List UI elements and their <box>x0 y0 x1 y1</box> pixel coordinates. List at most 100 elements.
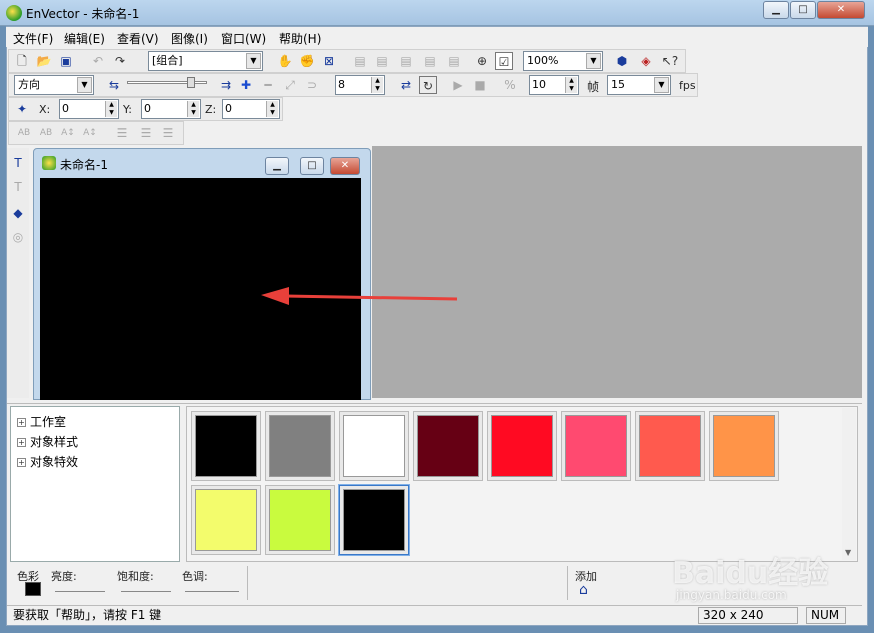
save-icon[interactable]: ▣ <box>57 52 75 70</box>
align-right-icon[interactable]: ▤ <box>445 52 463 70</box>
menu-edit[interactable]: 编辑(E) <box>64 30 105 47</box>
add-color-icon[interactable]: ⌂ <box>579 582 588 598</box>
menu-image[interactable]: 图像(I) <box>171 30 208 47</box>
menu-view[interactable]: 查看(V) <box>117 30 159 47</box>
publish-icon[interactable]: ◈ <box>637 52 655 70</box>
rotate-icon[interactable]: ⇆ <box>105 76 123 94</box>
axis-icon[interactable]: ✦ <box>13 100 31 118</box>
title-bar[interactable]: EnVector - 未命名-1 ▁ □ ✕ <box>0 0 874 26</box>
spinner-arrows-icon[interactable]: ▲ ▼ <box>187 101 199 117</box>
color-swatch[interactable] <box>561 411 631 481</box>
remove-point-icon[interactable]: ━ <box>259 76 277 94</box>
tree-item[interactable]: + 工作室 <box>17 413 66 430</box>
zoom-combo[interactable]: 100% ▼ <box>523 51 603 71</box>
minimize-button[interactable]: ▁ <box>763 1 789 19</box>
maximize-button[interactable]: □ <box>790 1 816 19</box>
align-text-left-icon[interactable]: ☰ <box>113 124 131 142</box>
expand-icon[interactable]: + <box>17 438 26 447</box>
align-text-center-icon[interactable]: ☰ <box>137 124 155 142</box>
chevron-down-icon[interactable]: ▼ <box>77 77 92 93</box>
percent-icon[interactable]: % <box>501 76 519 94</box>
shape-tool-icon[interactable]: ◆ <box>9 204 27 222</box>
color-swatch[interactable] <box>265 485 335 555</box>
saturation-slider[interactable] <box>121 586 171 592</box>
text-frame-icon[interactable]: T <box>9 178 27 196</box>
chevron-down-icon[interactable]: ▼ <box>246 53 261 69</box>
fps-value: 15 <box>611 78 625 91</box>
doc-minimize-button[interactable]: ▁ <box>265 157 289 175</box>
menu-window[interactable]: 窗口(W) <box>221 30 266 47</box>
doc-maximize-button[interactable]: □ <box>300 157 324 175</box>
angle-slider[interactable] <box>127 77 207 93</box>
play-icon[interactable]: ▶ <box>449 76 467 94</box>
chevron-down-icon[interactable]: ▼ <box>586 53 601 69</box>
direction-combo[interactable]: 方向 ▼ <box>14 75 94 95</box>
undo-icon[interactable]: ↶ <box>89 52 107 70</box>
spinner-arrows-icon[interactable]: ▲ ▼ <box>565 77 577 93</box>
expand-icon[interactable]: + <box>17 418 26 427</box>
new-file-icon[interactable]: 🗋 <box>13 52 31 70</box>
effect-tool-icon[interactable]: ◎ <box>9 228 27 246</box>
preview-icon[interactable]: ☑ <box>495 52 513 70</box>
text-tool-icon[interactable]: T <box>9 154 27 172</box>
hand-icon[interactable]: ✋ <box>276 52 294 70</box>
status-dimensions: 320 x 240 <box>698 607 798 624</box>
stop-icon[interactable]: ■ <box>471 76 489 94</box>
frames-spinner[interactable]: 10 ▲ ▼ <box>529 75 579 95</box>
color-swatch[interactable] <box>635 411 705 481</box>
current-color-swatch[interactable] <box>25 582 41 596</box>
align-left-icon[interactable]: ▤ <box>421 52 439 70</box>
spinner-arrows-icon[interactable]: ▲ ▼ <box>266 101 278 117</box>
z-spinner[interactable]: 0 ▲ ▼ <box>222 99 280 119</box>
loop-icon[interactable]: ↻ <box>419 76 437 94</box>
y-spinner[interactable]: 0 ▲ ▼ <box>141 99 201 119</box>
align-bottom-icon[interactable]: ▤ <box>397 52 415 70</box>
tree-item[interactable]: + 对象样式 <box>17 433 78 450</box>
return-icon[interactable]: ⊃ <box>303 76 321 94</box>
menu-file[interactable]: 文件(F) <box>13 30 53 47</box>
palette-scrollbar[interactable]: ▼ <box>842 408 856 560</box>
fps-combo[interactable]: 15 ▼ <box>607 75 671 95</box>
open-folder-icon[interactable]: 📂 <box>35 52 53 70</box>
text-down-icon[interactable]: A↕ <box>81 124 99 142</box>
export-icon[interactable]: ⬢ <box>613 52 631 70</box>
spinner-arrows-icon[interactable]: ▲ ▼ <box>105 101 117 117</box>
align-top-icon[interactable]: ▤ <box>351 52 369 70</box>
color-swatch[interactable] <box>265 411 335 481</box>
fit-icon[interactable]: ⊠ <box>320 52 338 70</box>
spinner-arrows-icon[interactable]: ▲ ▼ <box>371 77 383 93</box>
color-swatch[interactable] <box>487 411 557 481</box>
color-swatch[interactable] <box>191 411 261 481</box>
redo-icon[interactable]: ↷ <box>111 52 129 70</box>
menu-help[interactable]: 帮助(H) <box>279 30 321 47</box>
text-up-icon[interactable]: A↕ <box>59 124 77 142</box>
chevron-down-icon[interactable]: ▼ <box>654 77 669 93</box>
swap-icon[interactable]: ⇄ <box>397 76 415 94</box>
align-middle-icon[interactable]: ▤ <box>373 52 391 70</box>
group-combo[interactable]: [组合] ▼ <box>148 51 263 71</box>
text-spread-icon[interactable]: AB <box>37 124 55 142</box>
context-help-icon[interactable]: ↖? <box>661 52 679 70</box>
globe-icon[interactable]: ⊕ <box>473 52 491 70</box>
step-spinner[interactable]: 8 ▲ ▼ <box>335 75 385 95</box>
text-spacing-icon[interactable]: AB <box>15 124 33 142</box>
color-swatch[interactable] <box>413 411 483 481</box>
color-swatch[interactable] <box>339 485 409 555</box>
scroll-down-icon[interactable]: ▼ <box>845 548 851 557</box>
expand-icon[interactable]: + <box>17 458 26 467</box>
x-spinner[interactable]: 0 ▲ ▼ <box>59 99 119 119</box>
color-swatch[interactable] <box>191 485 261 555</box>
grab-icon[interactable]: ✊ <box>298 52 316 70</box>
color-swatch[interactable] <box>709 411 779 481</box>
mirror-icon[interactable]: ⇉ <box>217 76 235 94</box>
hue-slider[interactable] <box>185 586 239 592</box>
doc-close-button[interactable]: ✕ <box>330 157 360 175</box>
close-button[interactable]: ✕ <box>817 1 865 19</box>
convert-icon[interactable]: ⤢ <box>281 76 299 94</box>
align-text-right-icon[interactable]: ☰ <box>159 124 177 142</box>
brightness-slider[interactable] <box>55 586 105 592</box>
color-swatch[interactable] <box>339 411 409 481</box>
tree-item[interactable]: + 对象特效 <box>17 453 78 470</box>
slider-thumb[interactable] <box>187 77 195 88</box>
add-point-icon[interactable]: ✚ <box>237 76 255 94</box>
